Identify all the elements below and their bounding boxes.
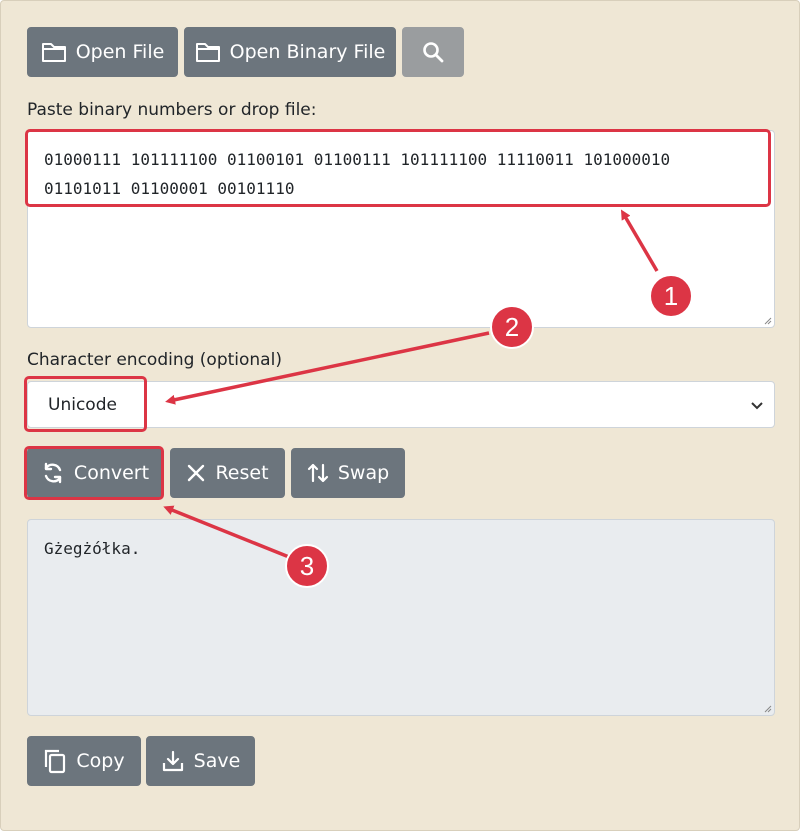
open-file-label: Open File xyxy=(75,41,165,63)
save-label: Save xyxy=(193,750,241,772)
convert-label: Convert xyxy=(73,462,150,484)
open-binary-file-button[interactable]: Open Binary File xyxy=(184,27,396,77)
reset-label: Reset xyxy=(215,462,269,484)
resize-handle-icon[interactable] xyxy=(762,315,772,325)
search-button[interactable] xyxy=(402,27,464,77)
swap-icon xyxy=(307,461,329,485)
encoding-select[interactable]: Unicode xyxy=(27,381,775,428)
search-icon xyxy=(422,41,444,63)
reset-button[interactable]: Reset xyxy=(170,448,285,498)
folder-icon xyxy=(41,41,67,63)
open-file-button[interactable]: Open File xyxy=(27,27,178,77)
refresh-icon xyxy=(41,461,65,485)
copy-button[interactable]: Copy xyxy=(27,736,141,786)
download-icon xyxy=(161,749,185,773)
close-icon xyxy=(186,463,206,483)
resize-handle-icon[interactable] xyxy=(762,703,772,713)
output-textarea[interactable]: Gżegżółka. xyxy=(27,519,775,716)
save-button[interactable]: Save xyxy=(146,736,255,786)
converter-panel: Open File Open Binary File Paste binary … xyxy=(0,0,800,831)
open-binary-file-label: Open Binary File xyxy=(229,41,386,63)
chevron-down-icon xyxy=(750,398,764,418)
copy-label: Copy xyxy=(76,750,125,772)
input-label: Paste binary numbers or drop file: xyxy=(27,100,317,120)
encoding-label: Character encoding (optional) xyxy=(27,350,282,370)
encoding-selected-value: Unicode xyxy=(48,394,117,415)
folder-icon xyxy=(195,41,221,63)
step-badge-3: 3 xyxy=(285,544,329,588)
swap-label: Swap xyxy=(337,462,390,484)
step-badge-1: 1 xyxy=(649,274,693,318)
swap-button[interactable]: Swap xyxy=(291,448,405,498)
convert-button[interactable]: Convert xyxy=(27,448,163,498)
copy-icon xyxy=(43,748,67,774)
step-badge-2: 2 xyxy=(490,305,534,349)
